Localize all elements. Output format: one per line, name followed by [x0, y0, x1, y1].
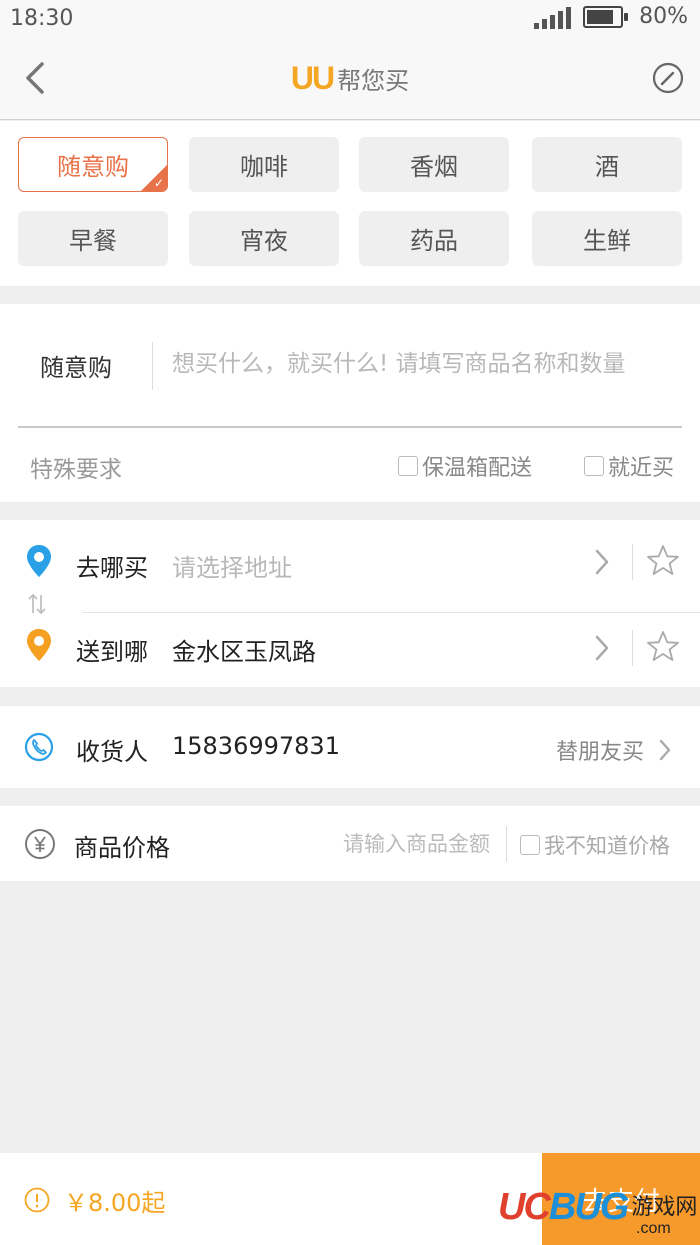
- receiver-row[interactable]: 收货人 15836997831 替朋友买: [0, 706, 700, 788]
- chevron-right-icon: [659, 739, 671, 761]
- chevron-right-icon: [595, 635, 609, 661]
- status-bar: 18:30 80%: [0, 0, 700, 40]
- deliver-to-row[interactable]: 送到哪 金水区玉凤路: [0, 606, 700, 690]
- bottom-bar: ￥8.00起 去支付: [0, 1153, 700, 1245]
- category-label: 香烟: [410, 153, 458, 181]
- price-input[interactable]: [300, 826, 490, 862]
- deliver-to-label: 送到哪: [76, 638, 148, 666]
- category-suiyigou[interactable]: 随意购 ✓: [18, 137, 168, 192]
- item-description-input[interactable]: [172, 344, 672, 384]
- category-coffee[interactable]: 咖啡: [189, 137, 339, 192]
- divider: [152, 342, 153, 390]
- category-late-night[interactable]: 宵夜: [189, 211, 339, 266]
- deliver-to-value: 金水区玉凤路: [172, 638, 316, 666]
- check-icon: ✓: [153, 176, 164, 190]
- divider: [632, 544, 633, 580]
- category-label: 酒: [595, 153, 619, 181]
- pay-button-label: 去支付: [581, 1186, 660, 1217]
- battery-percent: 80%: [639, 4, 688, 29]
- star-icon[interactable]: [646, 544, 680, 578]
- back-arrow-icon[interactable]: [20, 58, 50, 98]
- special-requirements-label: 特殊要求: [30, 457, 122, 483]
- item-type-label: 随意购: [40, 354, 112, 382]
- chevron-right-icon: [595, 549, 609, 575]
- buy-from-row[interactable]: 去哪买 请选择地址: [0, 520, 700, 604]
- category-cigarettes[interactable]: 香烟: [359, 137, 509, 192]
- status-indicators: 80%: [534, 4, 688, 29]
- option-label: 我不知道价格: [544, 834, 670, 858]
- pay-button[interactable]: 去支付: [542, 1153, 700, 1245]
- category-fresh[interactable]: 生鲜: [532, 211, 682, 266]
- info-icon[interactable]: [24, 1187, 50, 1213]
- address-section: 去哪买 请选择地址 送到哪 金水区玉凤路: [0, 520, 700, 687]
- signal-icon: [534, 5, 572, 29]
- buy-from-value: 请选择地址: [172, 554, 292, 582]
- category-label: 咖啡: [240, 153, 288, 181]
- header: UU 帮您买: [0, 40, 700, 120]
- location-pin-icon: [27, 629, 51, 661]
- option-label: 保温箱配送: [422, 456, 533, 481]
- checkbox[interactable]: [398, 456, 418, 476]
- logo-mark: UU: [290, 60, 335, 96]
- status-time: 18:30: [10, 6, 74, 31]
- receiver-label: 收货人: [76, 738, 148, 766]
- category-label: 早餐: [69, 227, 117, 255]
- divider: [18, 426, 682, 428]
- category-grid: 随意购 ✓ 咖啡 香烟 酒 早餐 宵夜 药品 生鲜: [0, 121, 700, 286]
- option-label: 就近买: [608, 456, 675, 481]
- divider: [506, 826, 507, 862]
- battery-icon: [583, 5, 629, 28]
- edit-icon[interactable]: [652, 62, 684, 94]
- checkbox[interactable]: [520, 835, 540, 855]
- category-label: 宵夜: [240, 227, 288, 255]
- category-breakfast[interactable]: 早餐: [18, 211, 168, 266]
- insulated-box-option[interactable]: 保温箱配送: [398, 450, 532, 482]
- category-label: 生鲜: [583, 227, 631, 255]
- divider: [632, 630, 633, 666]
- category-medicine[interactable]: 药品: [359, 211, 509, 266]
- category-label: 药品: [410, 227, 458, 255]
- star-icon[interactable]: [646, 630, 680, 664]
- buy-for-friend-label: 替朋友买: [555, 740, 644, 765]
- unknown-price-option[interactable]: 我不知道价格: [520, 830, 670, 860]
- phone-icon: [24, 732, 54, 762]
- buy-nearby-option[interactable]: 就近买: [584, 450, 674, 482]
- category-liquor[interactable]: 酒: [532, 137, 682, 192]
- app-logo: UU 帮您买: [291, 60, 409, 97]
- item-section: 随意购 特殊要求 保温箱配送 就近买: [0, 304, 700, 502]
- yen-icon: [25, 829, 55, 859]
- category-label: 随意购: [57, 153, 129, 181]
- price-row: 商品价格 我不知道价格: [0, 806, 700, 881]
- total-price: ￥8.00起: [64, 1189, 166, 1217]
- buy-for-friend-button[interactable]: 替朋友买: [556, 734, 672, 766]
- location-pin-icon: [27, 545, 51, 577]
- page-title: 帮您买: [337, 67, 410, 95]
- checkbox[interactable]: [584, 456, 604, 476]
- buy-from-label: 去哪买: [76, 554, 148, 582]
- price-label: 商品价格: [74, 834, 170, 862]
- receiver-phone: 15836997831: [172, 732, 340, 760]
